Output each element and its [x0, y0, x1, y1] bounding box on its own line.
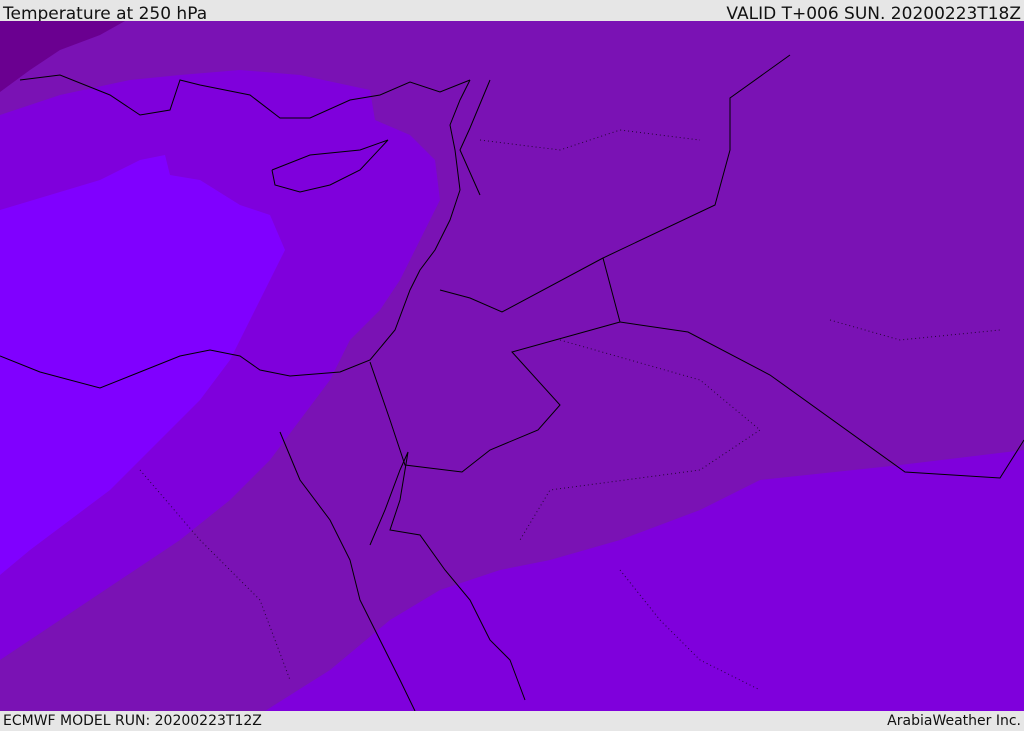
- temperature-map: [0, 21, 1024, 711]
- header-bar: Temperature at 250 hPa VALID T+006 SUN. …: [0, 0, 1024, 24]
- model-run: ECMWF MODEL RUN: 20200223T12Z: [3, 713, 262, 729]
- footer-bar: ECMWF MODEL RUN: 20200223T12Z ArabiaWeat…: [0, 711, 1024, 729]
- credit: ArabiaWeather Inc.: [887, 713, 1021, 729]
